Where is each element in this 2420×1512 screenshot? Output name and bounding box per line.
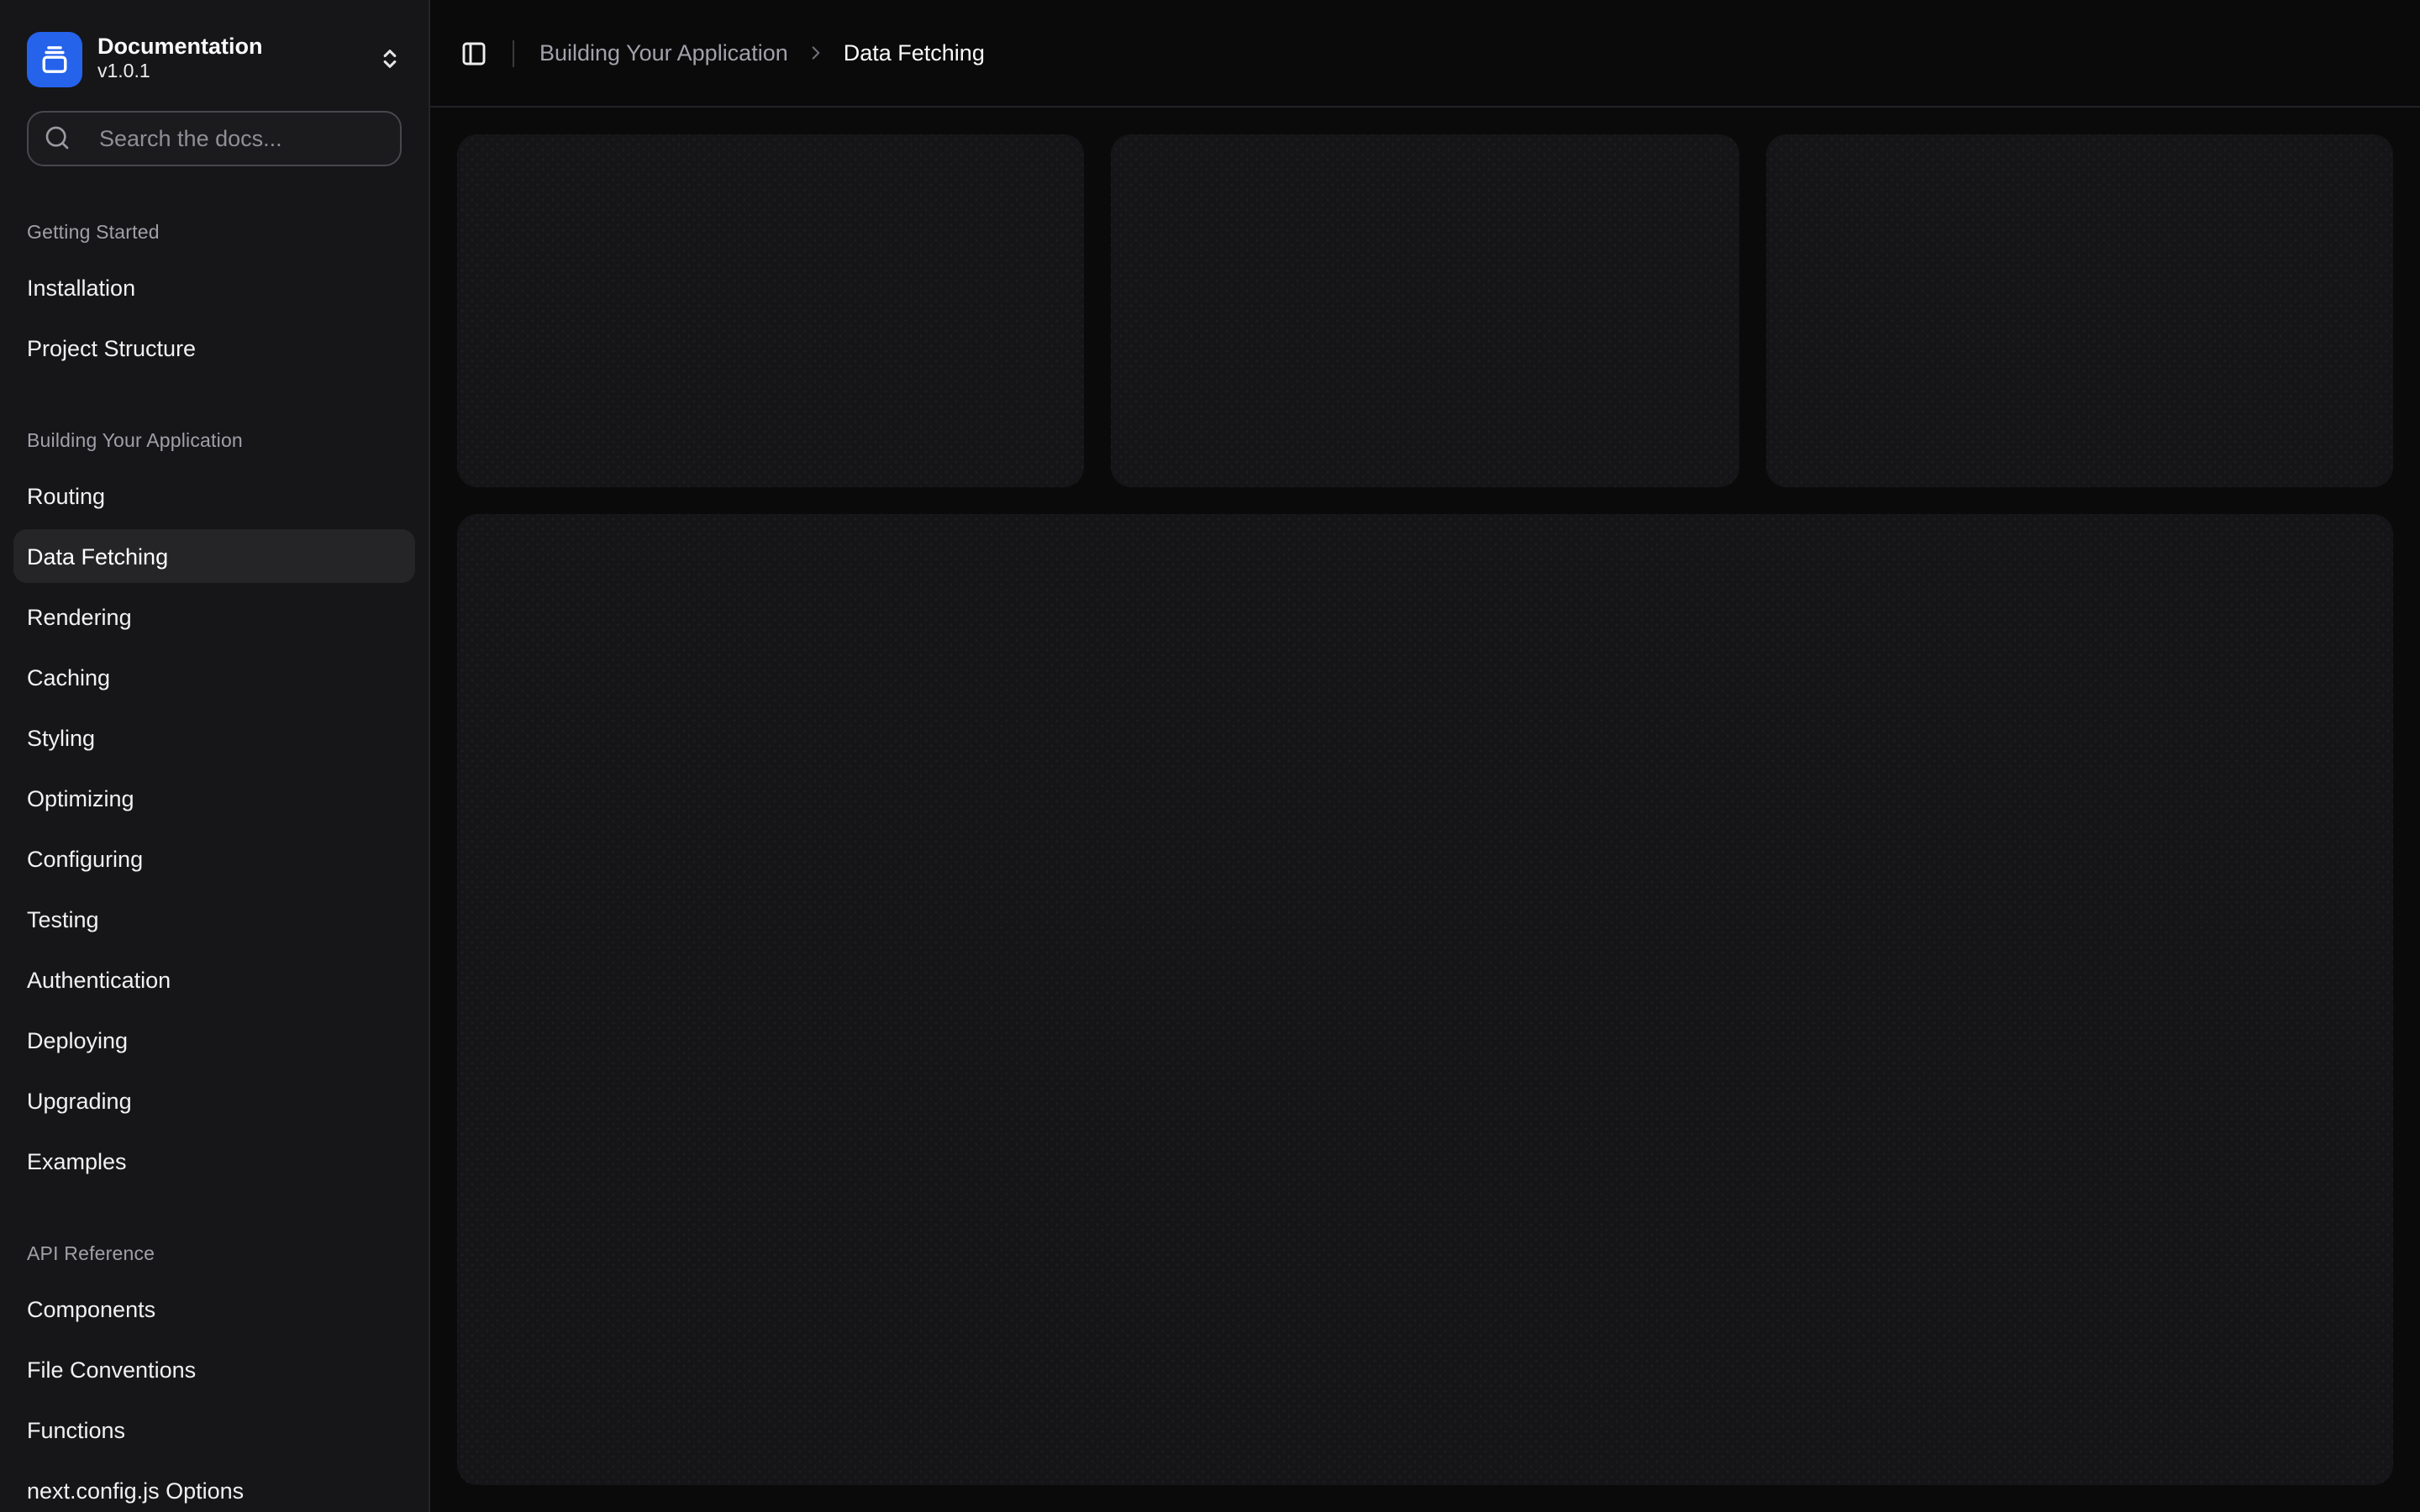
- sidebar-group-api-reference: API Reference Components File Conventions F…: [13, 1235, 415, 1512]
- placeholder-card-large: [457, 514, 2393, 1485]
- sidebar-group-getting-started: Getting Started Installation Project Struc…: [13, 213, 415, 375]
- chevron-right-icon: [805, 42, 827, 64]
- sidebar-menu: Installation Project Structure: [13, 260, 415, 375]
- sidebar-group-building-your-application: Building Your Application Routing Data Fet…: [13, 422, 415, 1188]
- panel-left-icon: [460, 39, 487, 66]
- page-content: [430, 108, 2420, 1512]
- main-area: Building Your Application Data Fetching: [430, 0, 2420, 1512]
- sidebar-item-routing[interactable]: Routing: [13, 469, 415, 522]
- sidebar-item-functions[interactable]: Functions: [13, 1403, 415, 1457]
- workspace-switcher[interactable]: Documentation v1.0.1: [27, 30, 402, 87]
- sidebar-item-project-structure[interactable]: Project Structure: [13, 321, 415, 375]
- sidebar-item-rendering[interactable]: Rendering: [13, 590, 415, 643]
- sidebar-menu: Components File Conventions Functions next.…: [13, 1282, 415, 1512]
- sidebar-item-file-conventions[interactable]: File Conventions: [13, 1342, 415, 1396]
- sidebar-group-label: API Reference: [13, 1235, 415, 1275]
- sidebar-toggle-button[interactable]: [450, 29, 497, 76]
- brand-title: Documentation: [97, 33, 263, 60]
- breadcrumb-current: Data Fetching: [844, 40, 985, 66]
- sidebar-item-caching[interactable]: Caching: [13, 650, 415, 704]
- breadcrumb: Building Your Application Data Fetching: [539, 40, 985, 66]
- brand-text: Documentation v1.0.1: [97, 33, 263, 85]
- brand-version: v1.0.1: [97, 60, 263, 85]
- placeholder-card: [457, 134, 1085, 487]
- sidebar-nav: Getting Started Installation Project Struc…: [0, 166, 429, 1512]
- sidebar-item-components[interactable]: Components: [13, 1282, 415, 1336]
- sidebar-item-installation[interactable]: Installation: [13, 260, 415, 314]
- sidebar-menu: Routing Data Fetching Rendering Caching Styl…: [13, 469, 415, 1188]
- sidebar-item-configuring[interactable]: Configuring: [13, 832, 415, 885]
- sidebar-item-examples[interactable]: Examples: [13, 1134, 415, 1188]
- placeholder-card: [1112, 134, 1739, 487]
- sidebar-item-next-config-js-options[interactable]: next.config.js Options: [13, 1463, 415, 1512]
- placeholder-card: [1765, 134, 2393, 487]
- search-container: [27, 111, 402, 166]
- placeholder-card-grid: [457, 134, 2393, 487]
- sidebar-item-testing[interactable]: Testing: [13, 892, 415, 946]
- sidebar-item-data-fetching[interactable]: Data Fetching: [13, 529, 415, 583]
- search-input[interactable]: [27, 111, 402, 166]
- app-root: Documentation v1.0.1 Getting Started Inst…: [0, 0, 2420, 1512]
- gallery-vertical-end-icon: [27, 31, 82, 87]
- breadcrumb-parent-link[interactable]: Building Your Application: [539, 40, 788, 66]
- topbar-separator: [513, 39, 514, 66]
- sidebar-group-label: Building Your Application: [13, 422, 415, 462]
- sidebar-item-styling[interactable]: Styling: [13, 711, 415, 764]
- sidebar-item-authentication[interactable]: Authentication: [13, 953, 415, 1006]
- topbar: Building Your Application Data Fetching: [430, 0, 2420, 108]
- sidebar-item-upgrading[interactable]: Upgrading: [13, 1074, 415, 1127]
- chevrons-up-down-icon: [378, 47, 402, 71]
- sidebar-item-optimizing[interactable]: Optimizing: [13, 771, 415, 825]
- sidebar: Documentation v1.0.1 Getting Started Inst…: [0, 0, 430, 1512]
- sidebar-group-label: Getting Started: [13, 213, 415, 254]
- sidebar-item-deploying[interactable]: Deploying: [13, 1013, 415, 1067]
